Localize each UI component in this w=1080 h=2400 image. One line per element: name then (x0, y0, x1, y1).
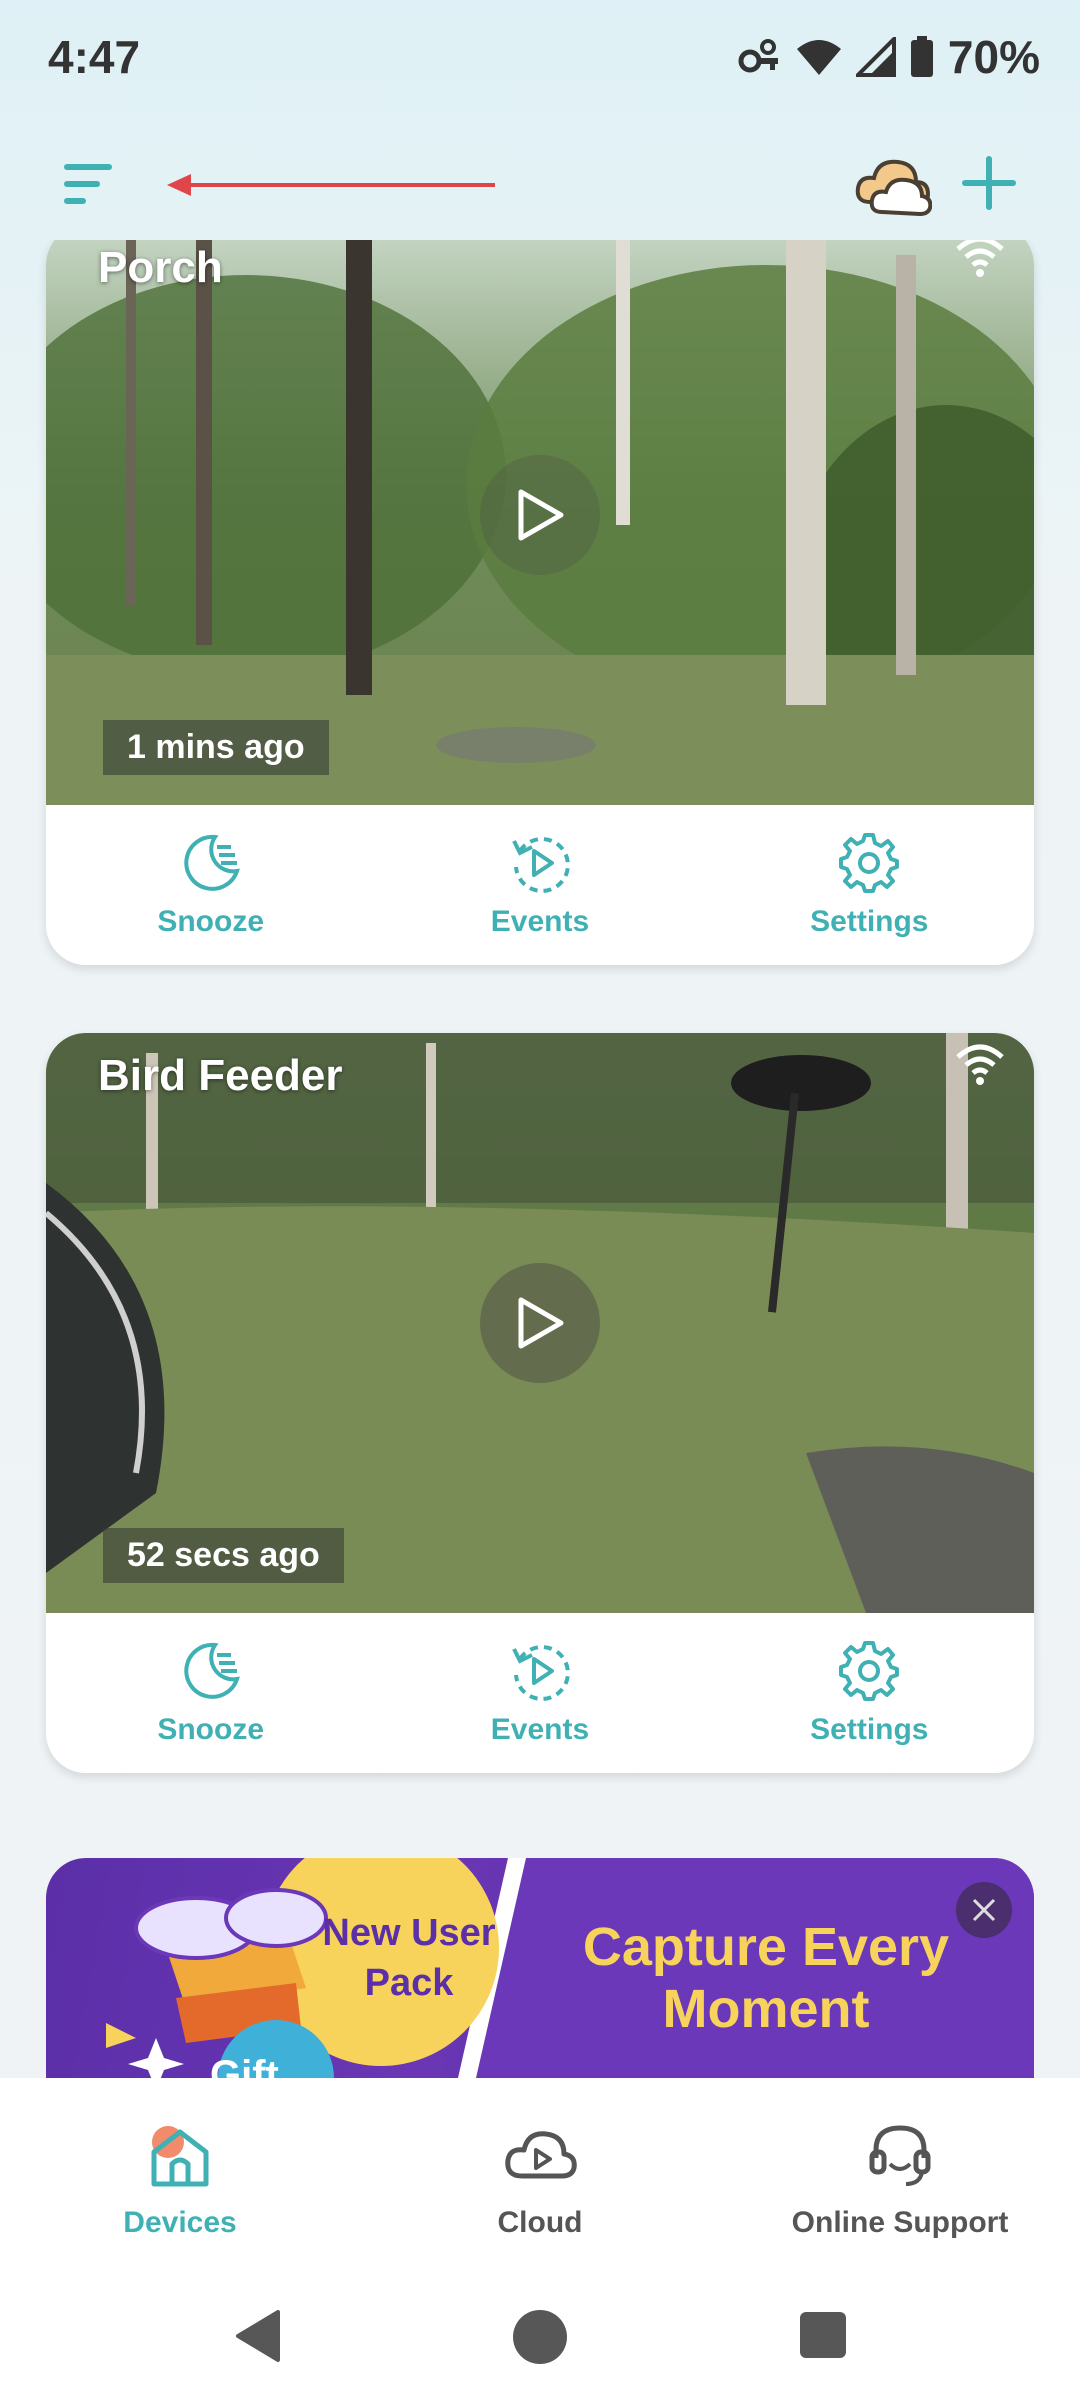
system-nav-bar (0, 2278, 1080, 2400)
promo-headline-line1: Capture Every (582, 1917, 950, 1977)
camera-actions: Snooze Events Settings (46, 1613, 1034, 1773)
wifi-icon (796, 40, 841, 75)
home-icon (151, 2126, 209, 2187)
snooze-button[interactable]: Snooze (46, 1613, 375, 1773)
status-time: 4:47 (48, 31, 141, 83)
snooze-moon-icon (184, 1642, 240, 1699)
cell-signal-icon (855, 37, 896, 77)
gear-icon (839, 833, 900, 893)
back-icon[interactable] (232, 2308, 282, 2364)
events-button[interactable]: Events (375, 805, 704, 965)
play-icon (518, 1297, 564, 1349)
plus-icon[interactable] (958, 152, 1020, 214)
events-replay-icon (512, 1644, 570, 1701)
headset-icon (869, 2125, 931, 2186)
promo-gift-label: Gift (210, 2053, 279, 2078)
promo-close-button[interactable] (956, 1882, 1012, 1938)
last-event-time: 1 mins ago (103, 720, 329, 775)
wifi-signal-icon (956, 240, 1004, 277)
settings-label: Settings (810, 905, 929, 938)
camera-card-bird-feeder[interactable]: Bird Feeder 52 secs ago Snooze Events Se… (46, 1033, 1034, 1773)
nav-online-support-label: Online Support (791, 2206, 1009, 2239)
nav-devices[interactable]: Devices (0, 2078, 360, 2278)
nav-cloud[interactable]: Cloud (360, 2078, 720, 2278)
battery-icon (910, 36, 933, 77)
recents-button[interactable] (800, 2312, 846, 2358)
device-list[interactable]: Porch 1 mins ago Snooze Events Settings … (0, 240, 1080, 2078)
promo-headline: Capture Every Moment (556, 1916, 976, 2040)
camera-preview[interactable]: Porch 1 mins ago (46, 240, 1034, 805)
events-button[interactable]: Events (375, 1613, 704, 1773)
battery-percentage: 70% (947, 31, 1040, 83)
settings-button[interactable]: Settings (705, 805, 1034, 965)
promo-banner[interactable]: New User Pack Gift Capture Every Moment (46, 1858, 1034, 2078)
settings-button[interactable]: Settings (705, 1613, 1034, 1773)
promo-badge-line2: Pack (364, 1962, 454, 2004)
status-icons: 70% (738, 30, 1040, 84)
settings-label: Settings (810, 1713, 929, 1746)
menu-icon[interactable] (62, 158, 118, 210)
status-bar: 4:47 70% (0, 0, 1080, 120)
play-icon (518, 489, 564, 541)
close-icon (972, 1898, 996, 1922)
promo-badge: New User Pack (304, 1908, 514, 2008)
camera-card-porch[interactable]: Porch 1 mins ago Snooze Events Settings (46, 240, 1034, 965)
camera-name: Porch (98, 243, 223, 292)
camera-actions: Snooze Events Settings (46, 805, 1034, 965)
snooze-label: Snooze (157, 1713, 264, 1746)
camera-preview[interactable]: Bird Feeder 52 secs ago (46, 1033, 1034, 1613)
gear-icon (839, 1641, 900, 1701)
annotation-arrow (167, 174, 495, 196)
snooze-button[interactable]: Snooze (46, 805, 375, 965)
vpn-key-icon (738, 39, 778, 73)
snooze-label: Snooze (157, 905, 264, 938)
events-replay-icon (512, 836, 570, 893)
nav-online-support[interactable]: Online Support (720, 2078, 1080, 2278)
cloud-status-icon[interactable] (852, 150, 932, 220)
play-button[interactable] (480, 455, 600, 575)
play-button[interactable] (480, 1263, 600, 1383)
home-button[interactable] (513, 2310, 567, 2364)
camera-name: Bird Feeder (98, 1051, 343, 1100)
last-event-time: 52 secs ago (103, 1528, 344, 1583)
promo-badge-line1: New User (322, 1912, 496, 1954)
snooze-moon-icon (184, 834, 240, 891)
wifi-signal-icon (956, 1044, 1004, 1085)
bottom-nav: Devices Cloud Online Support (0, 2078, 1080, 2278)
nav-devices-label: Devices (123, 2206, 237, 2239)
cloud-play-icon (505, 2131, 577, 2179)
promo-headline-line2: Moment (662, 1979, 870, 2039)
app-header (0, 130, 1080, 240)
events-label: Events (490, 1713, 590, 1746)
nav-cloud-label: Cloud (497, 2206, 583, 2239)
events-label: Events (490, 905, 590, 938)
